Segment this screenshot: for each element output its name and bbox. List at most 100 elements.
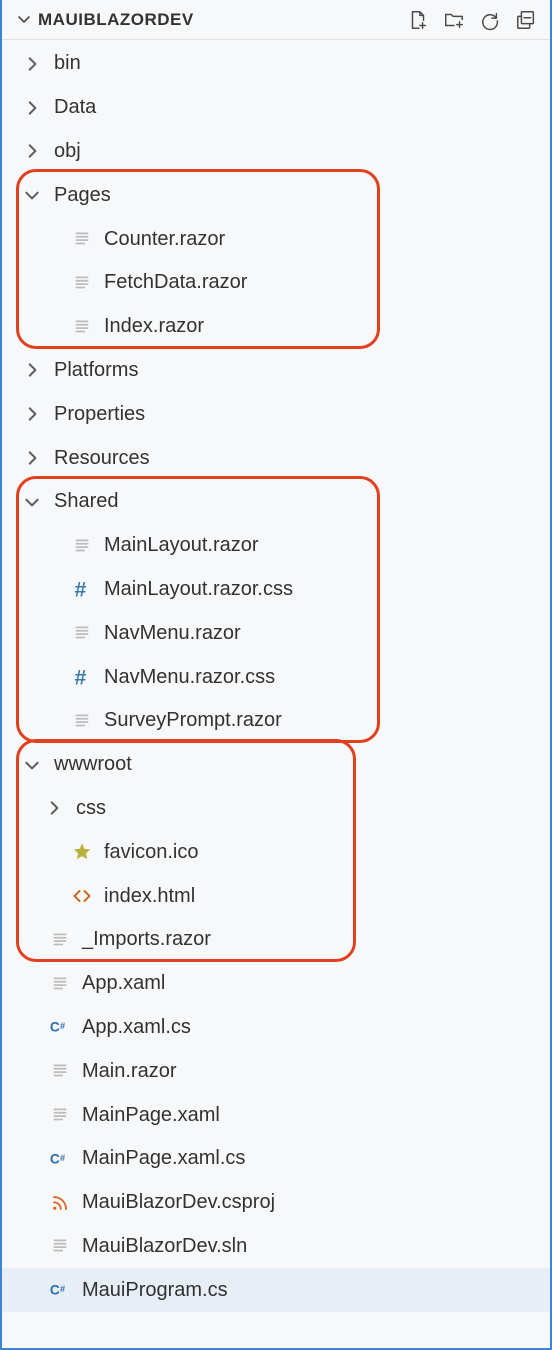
file-lines-icon [48,928,72,952]
file-lines-icon [70,534,94,558]
folder-row[interactable]: obj [2,130,550,174]
new-folder-icon[interactable] [442,8,466,32]
file-lines-icon [48,1103,72,1127]
item-label: App.xaml.cs [82,1016,191,1039]
svg-text:#: # [75,667,87,687]
chevron-right-icon[interactable] [20,96,44,120]
code-icon [70,884,94,908]
file-row[interactable]: _Imports.razor [2,918,550,962]
item-label: MainLayout.razor.css [104,578,293,601]
item-label: Shared [54,490,119,513]
folder-row[interactable]: Resources [2,436,550,480]
folder-row[interactable]: Shared [2,480,550,524]
file-row[interactable]: C# MainPage.xaml.cs [2,1137,550,1181]
header-actions [406,8,538,32]
file-row[interactable]: NavMenu.razor [2,611,550,655]
chevron-down-icon[interactable] [20,183,44,207]
hash-icon: # [70,577,94,601]
svg-text:C: C [50,1151,60,1166]
chevron-right-icon[interactable] [20,402,44,426]
item-label: MauiBlazorDev.csproj [82,1191,275,1214]
refresh-icon[interactable] [478,8,502,32]
item-label: Counter.razor [104,228,225,251]
svg-text:#: # [60,1021,65,1031]
item-label: _Imports.razor [82,928,211,951]
file-lines-icon [70,621,94,645]
item-label: css [76,797,106,820]
folder-row[interactable]: Pages [2,173,550,217]
folder-row[interactable]: bin [2,42,550,86]
file-row[interactable]: FetchData.razor [2,261,550,305]
item-label: SurveyPrompt.razor [104,709,282,732]
collapse-all-icon[interactable] [514,8,538,32]
item-label: Resources [54,447,150,470]
csharp-icon: C# [48,1147,72,1171]
rss-icon [48,1191,72,1215]
item-label: FetchData.razor [104,271,247,294]
file-row[interactable]: favicon.ico [2,830,550,874]
item-label: MainPage.xaml [82,1104,220,1127]
item-label: NavMenu.razor [104,622,241,645]
folder-row[interactable]: css [2,787,550,831]
file-lines-icon [70,227,94,251]
file-lines-icon [48,972,72,996]
item-label: Pages [54,184,111,207]
item-label: MauiProgram.cs [82,1279,228,1302]
explorer-header: MAUIBLAZORDEV [2,0,550,40]
item-label: MainPage.xaml.cs [82,1147,245,1170]
file-row[interactable]: Main.razor [2,1049,550,1093]
svg-text:#: # [75,579,87,599]
item-label: wwwroot [54,753,132,776]
folder-row[interactable]: wwwroot [2,743,550,787]
file-lines-icon [70,709,94,733]
file-row[interactable]: MainLayout.razor [2,524,550,568]
file-lines-icon [48,1059,72,1083]
file-row[interactable]: SurveyPrompt.razor [2,699,550,743]
item-label: bin [54,52,81,75]
file-row[interactable]: MauiBlazorDev.csproj [2,1181,550,1225]
file-row[interactable]: App.xaml [2,962,550,1006]
new-file-icon[interactable] [406,8,430,32]
item-label: App.xaml [82,972,165,995]
file-row[interactable]: Counter.razor [2,217,550,261]
folder-row[interactable]: Properties [2,392,550,436]
file-row[interactable]: MauiBlazorDev.sln [2,1225,550,1269]
item-label: favicon.ico [104,841,199,864]
file-lines-icon [70,271,94,295]
item-label: NavMenu.razor.css [104,666,275,689]
star-icon [70,840,94,864]
file-row[interactable]: # NavMenu.razor.css [2,655,550,699]
file-lines-icon [48,1234,72,1258]
chevron-right-icon[interactable] [20,139,44,163]
file-lines-icon [70,315,94,339]
explorer-panel: MAUIBLAZORDEV bin Data obj Pages Counter.raz… [0,0,552,1350]
file-row[interactable]: Index.razor [2,305,550,349]
chevron-right-icon[interactable] [20,358,44,382]
file-row[interactable]: MainPage.xaml [2,1093,550,1137]
item-label: MainLayout.razor [104,534,259,557]
chevron-down-icon[interactable] [20,490,44,514]
svg-text:C: C [50,1283,60,1298]
folder-row[interactable]: Platforms [2,349,550,393]
item-label: obj [54,140,81,163]
item-label: Platforms [54,359,138,382]
chevron-right-icon[interactable] [42,796,66,820]
file-row[interactable]: C# App.xaml.cs [2,1006,550,1050]
item-label: Index.razor [104,315,204,338]
chevron-down-icon[interactable] [20,753,44,777]
file-row[interactable]: index.html [2,874,550,918]
chevron-right-icon[interactable] [20,52,44,76]
chevron-down-icon[interactable] [14,12,34,28]
item-label: Main.razor [82,1060,176,1083]
project-title: MAUIBLAZORDEV [34,10,406,30]
folder-row[interactable]: Data [2,86,550,130]
chevron-right-icon[interactable] [20,446,44,470]
file-row[interactable]: C#MauiProgram.cs [2,1268,550,1312]
item-label: index.html [104,885,195,908]
svg-text:#: # [60,1153,65,1163]
csharp-icon: C# [48,1015,72,1039]
item-label: MauiBlazorDev.sln [82,1235,247,1258]
svg-text:C: C [50,1020,60,1035]
item-label: Data [54,96,96,119]
file-row[interactable]: # MainLayout.razor.css [2,568,550,612]
